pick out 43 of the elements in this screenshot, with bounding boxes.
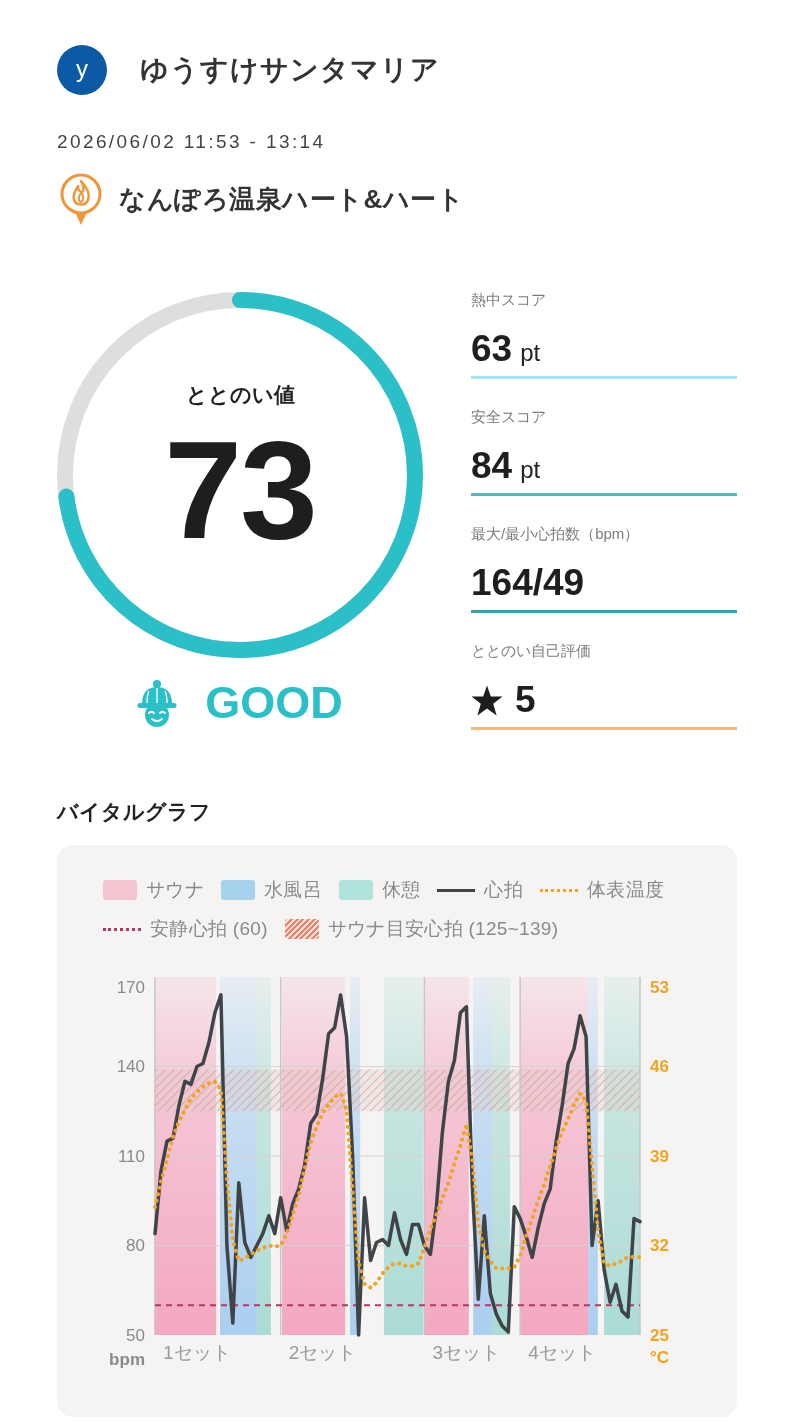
- set-label: 2セット: [288, 1341, 357, 1363]
- user-name: ゆうすけサンタマリア: [140, 53, 440, 87]
- metric-label: 安全スコア: [471, 407, 546, 427]
- metric-unit: pt: [520, 456, 541, 484]
- rating-text: GOOD: [205, 678, 343, 728]
- metric-value: 164/49: [471, 563, 585, 603]
- y-axis-label: 170: [116, 977, 145, 997]
- temperature-unit-label: °C: [650, 1347, 670, 1367]
- set-label: 3セット: [432, 1341, 501, 1363]
- legend-label: サウナ目安心拍 (125~139): [327, 918, 559, 940]
- temperature-axis-label: 25: [650, 1325, 669, 1345]
- temperature-axis-label: 39: [650, 1146, 669, 1166]
- legend-label: サウナ: [146, 879, 204, 901]
- metric-label: 最大/最小心拍数（bpm）: [471, 524, 640, 544]
- legend-label: 体表温度: [587, 879, 665, 901]
- axis-unit-label: bpm: [109, 1349, 145, 1369]
- set-label: 1セット: [163, 1341, 231, 1363]
- temperature-axis-label: 32: [650, 1236, 669, 1255]
- legend-label: 休憩: [381, 879, 421, 901]
- score-label: ととのい値: [185, 382, 295, 408]
- metric-value: 84: [471, 446, 513, 486]
- temperature-axis-label: 53: [650, 977, 669, 997]
- metric-label: ととのい自己評価: [471, 641, 591, 661]
- score-value: 73: [164, 420, 316, 560]
- legend-label: 心拍: [484, 879, 524, 901]
- facility-name: なんぽろ温泉ハート&ハート: [119, 183, 465, 215]
- legend-label: 水風呂: [263, 879, 322, 901]
- metric-value: 5: [515, 680, 536, 720]
- session-datetime: 2026/06/02 11:53 - 13:14: [57, 131, 326, 153]
- metric-value: 63: [471, 329, 513, 369]
- star-icon: [471, 684, 503, 716]
- y-axis-label: 140: [116, 1057, 145, 1076]
- metric-unit: pt: [520, 339, 541, 367]
- set-label: 4セット: [528, 1341, 596, 1363]
- hat-face-icon: [137, 679, 178, 727]
- y-axis-label: 110: [117, 1146, 145, 1166]
- metric-label: 熱中スコア: [471, 290, 546, 310]
- y-axis-label: 50: [126, 1325, 145, 1345]
- temperature-axis-label: 46: [650, 1057, 669, 1076]
- legend-label: 安静心拍 (60): [150, 918, 268, 940]
- y-axis-label: 80: [126, 1236, 145, 1255]
- user-avatar: y: [57, 45, 107, 95]
- section-title: バイタルグラフ: [57, 800, 211, 824]
